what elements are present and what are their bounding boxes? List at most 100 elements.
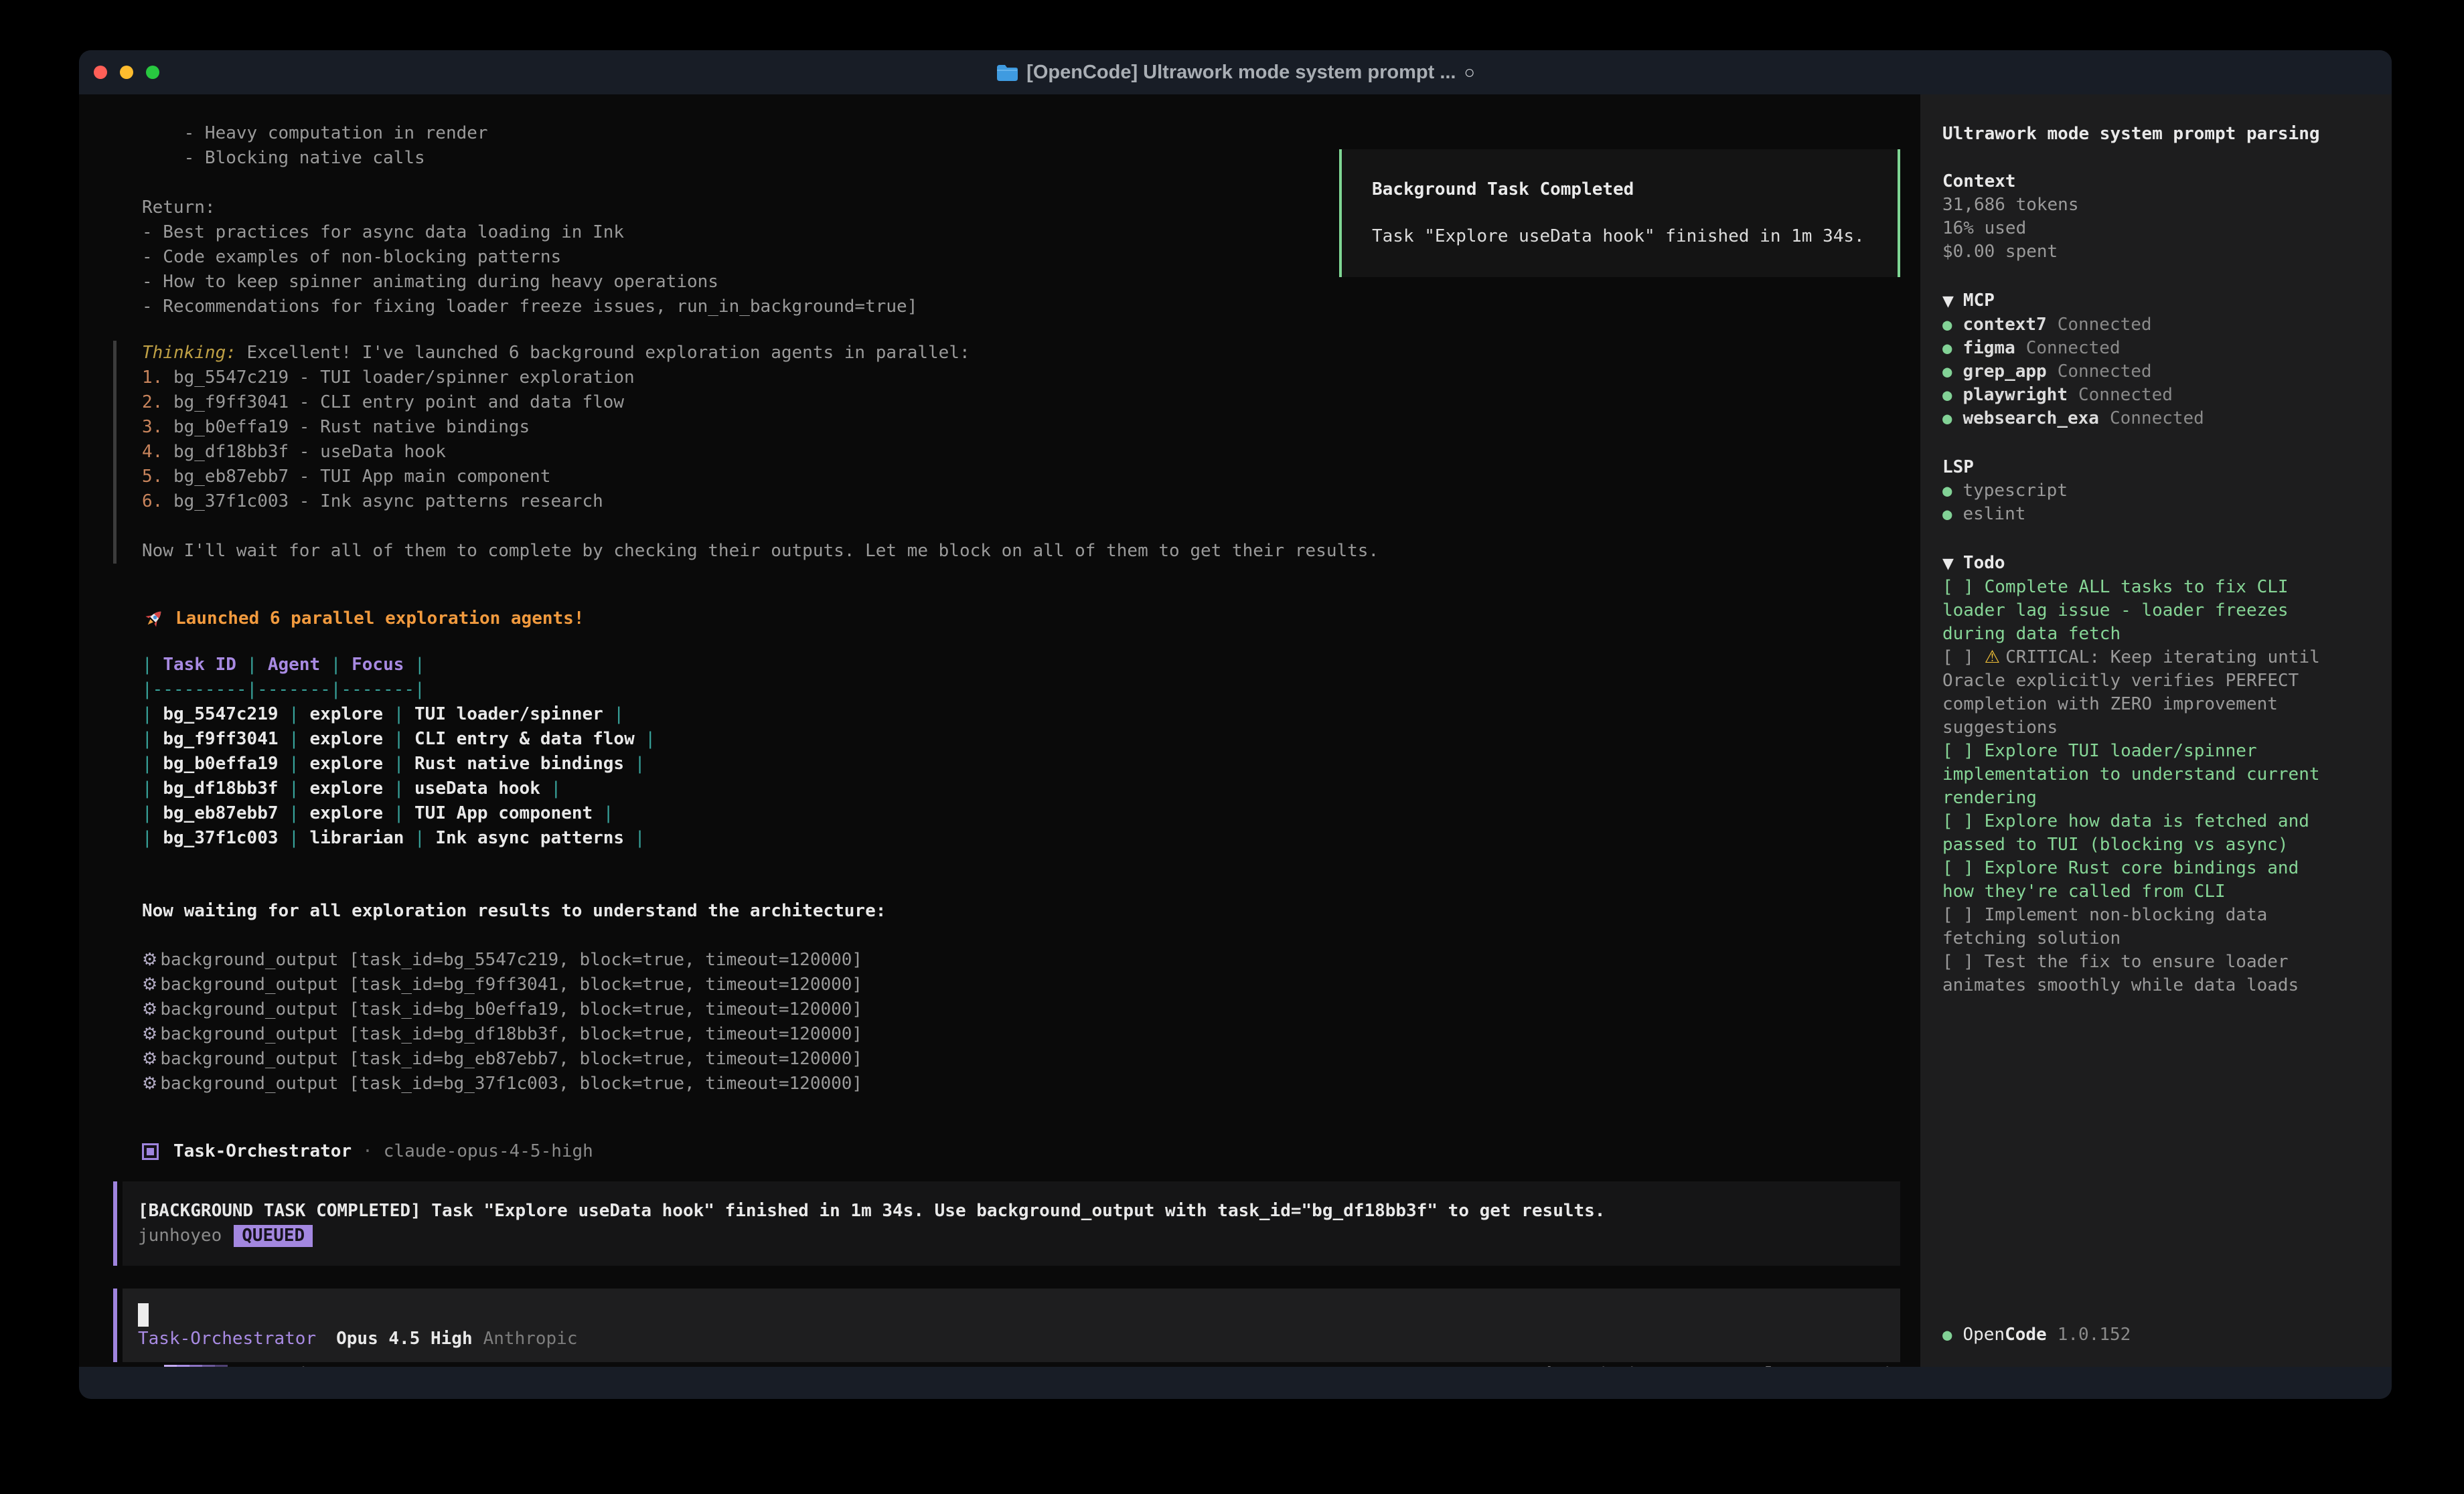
mcp-item: ● websearch_exa Connected [1942,407,2333,430]
green-dot-icon: ● [1942,503,1952,526]
checkbox-glyph: [ ] [1942,905,1985,925]
rocket-icon [142,608,165,631]
window-title: [OpenCode] Ultrawork mode system prompt … [996,62,1475,84]
folder-icon [996,63,1018,82]
window-title-text: [OpenCode] Ultrawork mode system prompt … [1026,62,1456,84]
todo-item: [ ] Explore TUI loader/spinner implement… [1942,740,2333,810]
terminal-line: | bg_b0effa19 | explore | Rust native bi… [142,752,1900,776]
terminal-line [142,514,1900,539]
todo-item: [ ] Explore how data is fetched and pass… [1942,810,2333,857]
separator-dot: · [362,1139,373,1164]
mcp-name: figma [1962,337,2015,360]
status-bar: esc interrupt tab switch agent ctrl+p co… [142,1362,1900,1367]
green-dot-icon: ● [1942,313,1952,337]
terminal-line: - Heavy computation in render [142,121,1900,146]
mcp-heading[interactable]: ▼MCP [1942,289,2333,313]
terminal-line: | bg_f9ff3041 | explore | CLI entry & da… [142,727,1900,752]
todo-item: [ ] ⚠ CRITICAL: Keep iterating until Ora… [1942,646,2333,740]
mcp-item: ● context7 Connected [1942,313,2333,337]
mcp-status: Connected [2078,384,2173,407]
checkbox-glyph: [ ] [1942,741,1985,761]
terminal-line: 2. bg_f9ff3041 - CLI entry point and dat… [142,390,1900,415]
mcp-item: ● figma Connected [1942,337,2333,360]
ctrlp-key-label: commands [1817,1364,1900,1367]
context-lines: 31,686 tokens16% used$0.00 spent [1942,193,2333,264]
mcp-section: ▼MCP ●context7Connected●figmaConnected●g… [1942,289,2333,430]
lsp-name: eslint [1962,503,2025,526]
prompt-input[interactable]: Task-Orchestrator Opus 4.5 High Anthropi… [123,1289,1900,1362]
green-dot-icon: ● [1942,337,1952,360]
input-agent-name[interactable]: Task-Orchestrator [138,1327,316,1351]
mcp-name: context7 [1962,313,2046,337]
context-stat: 16% used [1942,217,2333,240]
minimize-button[interactable] [120,66,133,79]
mcp-list: ●context7Connected●figmaConnected●grep_a… [1942,313,2333,430]
background-output-line: ⚙background_output [task_id=bg_b0effa19,… [142,997,1900,1022]
waiting-line: Now waiting for all exploration results … [142,899,1900,924]
close-button[interactable] [94,66,107,79]
toast-title: Background Task Completed [1372,177,1884,202]
tab-key: tab [1526,1364,1557,1367]
terminal-line: 6. bg_37f1c003 - Ink async patterns rese… [142,489,1900,514]
agents-table: | Task ID | Agent | Focus ||---------|--… [142,653,1900,851]
background-output-line: ⚙background_output [task_id=bg_f9ff3041,… [142,973,1900,997]
announce-text: Launched 6 parallel exploration agents! [175,606,584,631]
todo-heading[interactable]: ▼Todo [1942,552,2333,576]
lsp-section: LSP ●typescript● eslint [1942,456,2333,526]
message-meta: junhoyeo QUEUED [138,1224,1880,1248]
terminal-line: - Recommendations for fixing loader free… [142,295,1900,319]
shortcut-hints: tab switch agent ctrl+p commands [1526,1362,1900,1367]
sidebar: Ultrawork mode system prompt parsing Con… [1920,94,2392,1367]
ctrlp-hint: ctrl+p commands [1734,1362,1900,1367]
toast-body: Task "Explore useData hook" finished in … [1372,224,1884,249]
activity-circle-icon: ○ [1464,62,1475,83]
agent-square-icon [142,1143,159,1160]
lsp-list: ●typescript● eslint [1942,479,2333,526]
context-heading: Context [1942,170,2333,193]
green-dot-icon: ● [1942,407,1952,430]
mcp-status: Connected [2058,313,2152,337]
todo-text: Implement non-blocking data fetching sol… [1942,905,2267,948]
ctrlp-key: ctrl+p [1734,1364,1796,1367]
input-agent-row: Task-Orchestrator Opus 4.5 High Anthropi… [138,1327,1880,1351]
mcp-status: Connected [2110,407,2204,430]
sidebar-footer: ● OpenCode 1.0.152 [1942,1323,2333,1347]
terminal-line: 4. bg_df18bb3f - useData hook [142,440,1900,465]
mcp-status: Connected [2026,337,2121,360]
todo-item: [ ] Test the fix to ensure loader animat… [1942,950,2333,997]
mcp-name: websearch_exa [1962,407,2099,430]
terminal-line: | bg_37f1c003 | librarian | Ink async pa… [142,826,1900,851]
todo-section: ▼Todo [ ] Complete ALL tasks to fix CLI … [1942,552,2333,997]
session-title: Ultrawork mode system prompt parsing [1942,122,2333,146]
background-output-line: ⚙background_output [task_id=bg_df18bb3f,… [142,1022,1900,1047]
triangle-down-icon: ▼ [1942,556,1954,572]
checkbox-glyph: [ ] [1942,952,1985,972]
orchestrator-model: claude-opus-4-5-high [384,1139,593,1164]
lsp-heading: LSP [1942,456,2333,479]
terminal-line: Now I'll wait for all of them to complet… [142,539,1900,564]
esc-key-label: interrupt [298,1362,392,1367]
green-dot-icon: ● [1942,360,1952,384]
app-window: [OpenCode] Ultrawork mode system prompt … [79,50,2392,1399]
terminal-line: | bg_eb87ebb7 | explore | TUI App compon… [142,801,1900,826]
maximize-button[interactable] [146,66,159,79]
terminal-line: 3. bg_b0effa19 - Rust native bindings [142,415,1900,440]
gear-icon: ⚙ [142,999,157,1019]
orchestrator-header: Task-Orchestrator · claude-opus-4-5-high [142,1139,1900,1164]
checkbox-glyph: [ ] [1942,577,1985,597]
lsp-item: ● eslint [1942,503,2333,526]
triangle-down-icon: ▼ [1942,293,1954,310]
spinner-bar-icon [164,1365,228,1367]
terminal-line: | bg_5547c219 | explore | TUI loader/spi… [142,702,1900,727]
lsp-item: ●typescript [1942,479,2333,503]
mcp-item: ●playwrightConnected [1942,384,2333,407]
gear-icon: ⚙ [142,1049,157,1069]
announce-line: Launched 6 parallel exploration agents! [142,606,1900,631]
gear-icon: ⚙ [142,1074,157,1094]
todo-text: Explore how data is fetched and passed t… [1942,811,2309,855]
completed-task-message: [BACKGROUND TASK COMPLETED] Task "Explor… [123,1181,1900,1266]
esc-key-hint: esc [250,1362,282,1367]
input-model-name[interactable]: Opus 4.5 High [336,1327,473,1351]
warning-icon: ⚠ [1985,647,2006,667]
background-output-line: ⚙background_output [task_id=bg_5547c219,… [142,948,1900,973]
